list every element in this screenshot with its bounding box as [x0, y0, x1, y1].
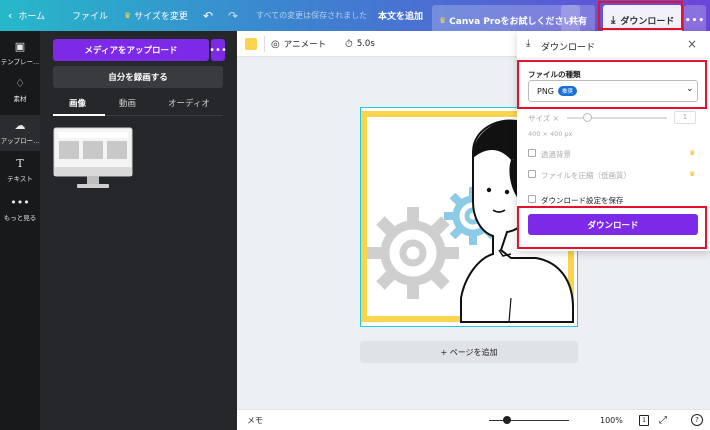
- download-highlight-box: [598, 1, 683, 30]
- file-type-highlight-box: [517, 60, 707, 109]
- sidebar-item-elements[interactable]: ♢ 素材: [0, 78, 40, 108]
- bottom-bar: メモ 100% 1 ⤢ ?: [237, 409, 710, 430]
- home-link[interactable]: ‹ ホーム: [8, 0, 45, 31]
- download-confirm-highlight-box: [517, 206, 707, 249]
- zoom-slider-track[interactable]: [489, 420, 569, 421]
- size-slider-knob[interactable]: [583, 113, 592, 122]
- sidebar-item-label: もっと見る: [3, 214, 37, 222]
- crown-icon: ♛: [439, 16, 447, 25]
- add-page-button[interactable]: + ページを追加: [360, 341, 578, 363]
- background-color-swatch[interactable]: [245, 38, 257, 50]
- uploads-panel: メディアをアップロード ••• 自分を録画する 画像 動画 オーディオ: [40, 31, 237, 430]
- save-status: すべての変更は保存されました: [256, 11, 368, 20]
- save-settings-checkbox[interactable]: [528, 195, 536, 203]
- save-settings-label: ダウンロード設定を保存: [541, 196, 624, 205]
- compress-label: ファイルを圧縮（低画質）: [541, 171, 631, 180]
- sidebar-item-label: テキスト: [7, 175, 33, 183]
- duration-label: 5.0s: [356, 39, 375, 49]
- crown-icon: ♛: [689, 149, 696, 157]
- shapes-icon: ♢: [15, 77, 25, 90]
- template-icon: ▣: [14, 40, 26, 53]
- toolbar-divider: [264, 36, 265, 52]
- record-yourself-button[interactable]: 自分を録画する: [53, 66, 223, 88]
- file-menu[interactable]: ファイル: [72, 0, 108, 31]
- redo-icon[interactable]: ↷: [228, 0, 238, 31]
- zoom-level[interactable]: 100%: [600, 410, 623, 430]
- transparent-bg-label: 透過背景: [541, 150, 571, 159]
- duration-button[interactable]: ⏱ 5.0s: [345, 31, 375, 57]
- sidebar-item-text[interactable]: T テキスト: [0, 158, 40, 188]
- sidebar-item-uploads[interactable]: ☁ アップロー...: [0, 115, 40, 151]
- transparent-bg-checkbox[interactable]: [528, 149, 536, 157]
- uploaded-image-thumbnail[interactable]: [53, 127, 133, 191]
- sidebar-item-label: 素材: [13, 95, 27, 103]
- crown-icon: ♛: [689, 170, 696, 178]
- stopwatch-icon: ⏱: [345, 38, 353, 50]
- compress-checkbox[interactable]: [528, 170, 536, 178]
- sidebar-item-label: アップロー...: [0, 137, 40, 145]
- tab-images[interactable]: 画像: [69, 97, 86, 109]
- chevron-left-icon: ‹: [8, 9, 13, 22]
- page-count-icon[interactable]: 1: [639, 415, 649, 426]
- sidebar-item-more[interactable]: ••• もっと見る: [0, 197, 40, 227]
- home-label: ホーム: [18, 12, 46, 22]
- upload-more-button[interactable]: •••: [209, 39, 227, 61]
- media-tabs: 画像 動画 オーディオ: [53, 97, 223, 115]
- resize-label: サイズを変更: [134, 12, 188, 22]
- sidebar-item-templates[interactable]: ▣ テンプレー...: [0, 41, 40, 71]
- close-icon[interactable]: ×: [687, 37, 697, 51]
- tab-active-indicator: [53, 114, 105, 116]
- canva-pro-label: Canva Proをお試しください: [449, 17, 573, 27]
- animate-icon: ◎: [271, 38, 280, 50]
- tab-audio[interactable]: オーディオ: [168, 97, 210, 109]
- add-text-button[interactable]: 本文を追加: [378, 0, 423, 31]
- size-slider-track[interactable]: [567, 117, 667, 119]
- undo-icon[interactable]: ↶: [203, 0, 213, 31]
- download-panel-title: ダウンロード: [541, 43, 596, 53]
- zoom-slider-knob[interactable]: [503, 416, 511, 424]
- animate-label: アニメート: [283, 40, 327, 50]
- crown-icon: ♛: [124, 11, 132, 20]
- fullscreen-icon[interactable]: ⤢: [659, 410, 667, 430]
- help-button[interactable]: ?: [691, 414, 703, 426]
- cloud-upload-icon: ☁: [14, 119, 26, 132]
- panel-divider: [517, 58, 710, 59]
- more-dots-icon: •••: [10, 196, 30, 209]
- text-icon: T: [16, 157, 24, 170]
- monitor-thumbnail-icon: [53, 127, 133, 188]
- download-icon: ⤓: [526, 38, 531, 49]
- dimensions-text: 400 × 400 px: [528, 130, 573, 138]
- notes-button[interactable]: メモ: [247, 410, 263, 430]
- sidebar-item-label: テンプレー...: [0, 58, 40, 66]
- side-nav: ▣ テンプレー... ♢ 素材 ☁ アップロー... T テキスト ••• もっ…: [0, 31, 40, 430]
- canva-editor: ‹ ホーム ファイル ♛ サイズを変更 ↶ ↷ すべての変更は保存されました 本…: [0, 0, 710, 430]
- upload-media-button[interactable]: メディアをアップロード: [53, 39, 209, 61]
- resize-button[interactable]: ♛ サイズを変更: [124, 0, 188, 31]
- size-input[interactable]: 1: [674, 111, 696, 124]
- animate-button[interactable]: ◎ アニメート: [271, 31, 326, 57]
- size-label: サイズ ×: [528, 114, 559, 123]
- tab-videos[interactable]: 動画: [119, 97, 136, 109]
